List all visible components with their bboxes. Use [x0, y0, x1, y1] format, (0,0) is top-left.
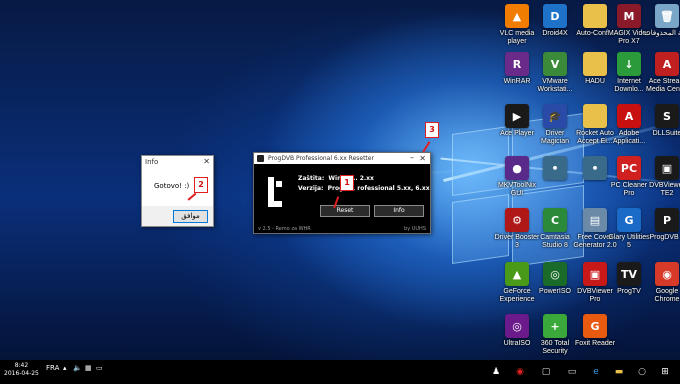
annotation-step-2: 2	[194, 177, 208, 193]
clock-date: 2016-04-25	[4, 370, 39, 377]
taskbar: 8:42 2016-04-25 FRA ▴ 🔈 ▦ ▭ ♟ ◉ ▢ ▭ e ▬ …	[0, 360, 680, 384]
folder-icon	[583, 52, 607, 76]
progdvb-resetter-window: ProgDVB Professional 6.xx Resetter – ✕ Z…	[253, 152, 431, 234]
close-icon[interactable]: ✕	[203, 156, 210, 168]
reset-button[interactable]: Reset	[320, 205, 370, 217]
vmware-icon: V	[543, 52, 567, 76]
ok-button[interactable]: موافق	[173, 210, 208, 223]
protection-label: Zaštita:	[298, 175, 325, 182]
glary-icon: G	[617, 208, 641, 232]
desktop-icon[interactable]: G Foxit Reader	[572, 314, 618, 348]
desktop-icon-label: سلة المحذوفات	[644, 30, 680, 37]
desktop-icon[interactable]: A Ace Stream Media Center	[644, 52, 680, 94]
annotation-step-1: 1	[340, 175, 354, 191]
footer-author: by UUHS	[404, 226, 426, 232]
taskbar-driver-booster-icon[interactable]: ◉	[511, 363, 529, 381]
desktop-icon[interactable]: S DLLSuite	[644, 104, 680, 138]
mkvtoolnix-icon: ●	[505, 156, 529, 180]
taskbar-task-view-icon[interactable]: ▭	[563, 363, 581, 381]
ultraiso-icon: ◎	[505, 314, 529, 338]
desktop-icon-label: MKVToolNix GUI	[497, 182, 537, 197]
program-icon: •	[583, 156, 607, 180]
foxit-icon: G	[583, 314, 607, 338]
close-icon[interactable]: ✕	[419, 153, 426, 164]
recycle-bin-icon: 🗑	[655, 4, 679, 28]
cover-generator-icon: ▤	[583, 208, 607, 232]
version-label: Verzija:	[298, 185, 324, 192]
camtasia-icon: C	[543, 208, 567, 232]
poweriso-icon: ◎	[543, 262, 567, 286]
desktop-icon[interactable]: ◉ Google Chrome	[644, 262, 680, 304]
winrar-icon: R	[505, 52, 529, 76]
desktop-icon-label: DLLSuite	[652, 130, 680, 137]
taskbar-progdvb-icon[interactable]: ♟	[487, 363, 505, 381]
taskbar-start-icon[interactable]: ⊞	[656, 363, 674, 381]
taskbar-edge-icon[interactable]: e	[587, 363, 605, 381]
network-icon[interactable]: ▦	[85, 364, 92, 372]
language-indicator[interactable]: FRA	[46, 364, 59, 372]
dvbviewer-icon: ▣	[655, 156, 679, 180]
info-dialog-title: Info	[145, 158, 159, 166]
desktop-icon-label: DVBViewer TE2	[649, 182, 680, 197]
progdvb-title: ProgDVB Professional 6.xx Resetter	[268, 155, 374, 162]
info-dialog-titlebar[interactable]: Info ✕	[142, 156, 213, 168]
desktop-icon-label: Ace Stream Media Center	[645, 78, 680, 93]
info-message: Gotovo! :)	[154, 182, 190, 190]
droid4x-icon: D	[543, 4, 567, 28]
folder-icon	[583, 104, 607, 128]
desktop-icon-label: ProgDVB 7	[649, 234, 680, 241]
minimize-icon[interactable]: –	[410, 152, 414, 163]
dvbviewer-icon: ▣	[583, 262, 607, 286]
volume-icon[interactable]: 🔈	[73, 364, 82, 372]
aceplayer-icon: ▶	[505, 104, 529, 128]
adobe-icon: A	[617, 104, 641, 128]
acestream-icon: A	[655, 52, 679, 76]
taskbar-search-icon[interactable]: ○	[633, 363, 651, 381]
geforce-icon: ▲	[505, 262, 529, 286]
magix-icon: M	[617, 4, 641, 28]
notification-icon[interactable]: ▭	[96, 364, 103, 372]
version-row: Verzija: ProgD... rofessional 5.xx, 6.xx	[298, 185, 430, 192]
desktop-icon-label: Google Chrome	[654, 288, 680, 303]
driver-booster-icon: ⚙	[505, 208, 529, 232]
app-icon	[257, 155, 264, 162]
desktop-icon-label: Foxit Reader	[574, 340, 616, 347]
annotation-step-3: 3	[425, 122, 439, 138]
desktop-icon[interactable]: 🗑 سلة المحذوفات	[644, 4, 680, 38]
footer-version: v 2.5 - Remo za WHR	[258, 226, 311, 232]
pc-cleaner-icon: PC	[617, 156, 641, 180]
progtv-icon: TV	[617, 262, 641, 286]
taskbar-clock[interactable]: 8:42 2016-04-25	[4, 362, 39, 378]
progdvb-logo-icon	[268, 177, 282, 207]
program-icon: •	[543, 156, 567, 180]
360-security-icon: +	[543, 314, 567, 338]
progdvb-titlebar[interactable]: ProgDVB Professional 6.xx Resetter – ✕	[254, 153, 430, 164]
chrome-icon: ◉	[655, 262, 679, 286]
taskbar-explorer-icon[interactable]: ▬	[610, 363, 628, 381]
info-button[interactable]: Info	[374, 205, 424, 217]
vlc-icon: ▲	[505, 4, 529, 28]
clock-time: 8:42	[14, 362, 29, 369]
progdvb-icon: P	[655, 208, 679, 232]
desktop-icon[interactable]: ▣ DVBViewer TE2	[644, 156, 680, 198]
taskbar-file-icon[interactable]: ▢	[537, 363, 555, 381]
dllsuite-icon: S	[655, 104, 679, 128]
driver-magician-icon: 🎓	[543, 104, 567, 128]
folder-icon	[583, 4, 607, 28]
tray-chevron-icon[interactable]: ▴	[63, 364, 67, 372]
idm-icon: ↓	[617, 52, 641, 76]
desktop-icon[interactable]: P ProgDVB 7	[644, 208, 680, 242]
protection-row: Zaštita: WinLic... 2.xx	[298, 175, 374, 182]
